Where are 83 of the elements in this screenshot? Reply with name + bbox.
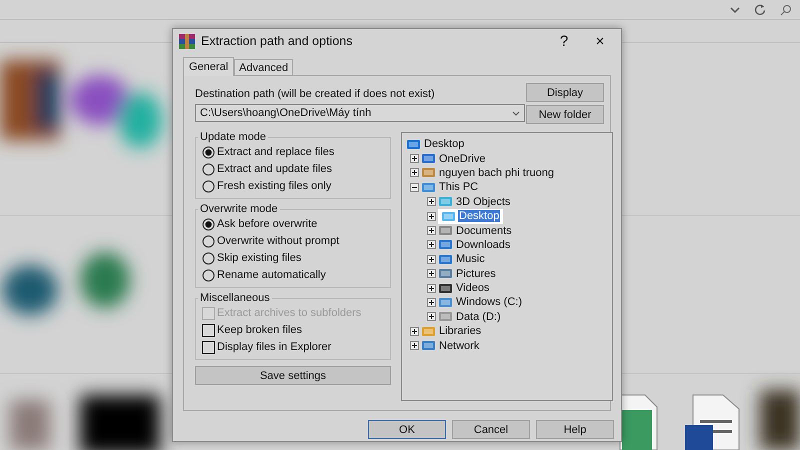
close-button[interactable]: × [585, 32, 615, 50]
option-label: Keep broken files [217, 324, 302, 336]
expand-icon[interactable] [427, 240, 436, 250]
expand-icon[interactable] [427, 298, 436, 307]
window-title: Extraction path and options [201, 34, 354, 48]
tree-item[interactable]: Libraries [438, 325, 482, 338]
search-icon[interactable] [780, 4, 792, 16]
option-label: Extract archives to subfolders [217, 307, 362, 319]
radio-button[interactable] [202, 218, 215, 230]
tree-item[interactable]: This PC [438, 181, 480, 194]
checkbox[interactable] [202, 340, 215, 354]
tree-item[interactable]: Data (D:) [455, 310, 502, 323]
checkbox[interactable] [202, 324, 215, 336]
tree-item[interactable]: Music [455, 253, 486, 266]
group-title: Overwrite mode [199, 203, 279, 215]
option-label: Overwrite without prompt [217, 235, 340, 247]
tree-item[interactable]: OneDrive [438, 152, 486, 165]
tree-item[interactable]: Videos [455, 282, 490, 294]
folder-icon [421, 180, 436, 194]
group-title: Miscellaneous [199, 292, 271, 304]
folder-icon [438, 267, 453, 280]
side-button[interactable]: Display [526, 83, 604, 102]
option-label: Ask before overwrite [217, 218, 318, 230]
help-button[interactable]: ? [549, 32, 579, 50]
folder-icon [421, 152, 436, 166]
expand-icon[interactable] [410, 341, 419, 350]
option-label: Fresh existing files only [217, 180, 332, 192]
refresh-icon[interactable] [754, 3, 766, 16]
expand-icon[interactable] [427, 269, 436, 278]
folder-icon [438, 252, 453, 266]
path-dropdown[interactable]: C:\Users\hoang\OneDrive\Máy tính [195, 104, 525, 122]
side-button[interactable]: New folder [526, 105, 604, 124]
field-label: Destination path (will be created if does not exist) [195, 88, 435, 100]
tab[interactable]: Advanced [234, 59, 294, 76]
tree-item[interactable]: Downloads [455, 238, 512, 251]
expand-icon[interactable] [427, 312, 436, 322]
folder-icon [421, 339, 436, 352]
expand-icon[interactable] [410, 154, 419, 164]
group-title: Update mode [199, 131, 268, 143]
folder-icon [438, 238, 453, 252]
expand-icon[interactable] [410, 168, 419, 178]
tree-item[interactable]: Documents [455, 224, 513, 237]
option-label: Extract and update files [217, 163, 332, 175]
folder-icon [421, 166, 436, 180]
folder-icon [421, 324, 436, 338]
save-settings-button[interactable]: Save settings [195, 366, 391, 385]
tree-item[interactable]: nguyen bach phi truong [438, 166, 555, 179]
radio-button[interactable] [202, 162, 215, 176]
folder-icon [438, 296, 453, 309]
folder-icon [438, 310, 453, 324]
option-label: Rename automatically [217, 269, 326, 281]
expand-icon[interactable] [427, 284, 436, 293]
expand-icon[interactable] [427, 212, 436, 221]
radio-button[interactable] [202, 146, 215, 158]
chevron-down-icon[interactable] [730, 6, 740, 14]
tree-item[interactable]: Pictures [455, 268, 497, 280]
expand-icon[interactable] [427, 254, 436, 264]
option-label: Skip existing files [217, 252, 302, 264]
tree-item[interactable]: Desktop [423, 138, 466, 150]
option-label: Extract and replace files [217, 146, 334, 158]
tree-item[interactable]: 3D Objects [455, 196, 512, 208]
tree-item[interactable]: Network [438, 340, 480, 352]
expand-icon[interactable] [427, 226, 436, 236]
radio-button[interactable] [202, 268, 215, 282]
radio-button[interactable] [202, 180, 215, 192]
dialog-button[interactable]: OK [368, 420, 446, 439]
tree-item[interactable]: Windows (C:) [455, 296, 524, 308]
folder-icon [438, 282, 453, 295]
option-label: Display files in Explorer [217, 341, 332, 353]
tree-item[interactable]: Desktop [458, 210, 500, 222]
folder-icon [438, 195, 453, 208]
folder-icon [438, 224, 453, 238]
folder-icon [406, 138, 421, 151]
radio-button[interactable] [202, 234, 215, 248]
expand-icon[interactable] [427, 197, 436, 206]
dialog-button[interactable]: Help [536, 420, 614, 439]
tab[interactable]: General [183, 57, 234, 76]
expand-icon[interactable] [410, 326, 419, 336]
app-icon [179, 34, 195, 48]
chevron-down-icon [512, 110, 520, 116]
dialog-button[interactable]: Cancel [452, 420, 530, 439]
radio-button[interactable] [202, 252, 215, 264]
collapse-icon[interactable] [410, 182, 419, 192]
